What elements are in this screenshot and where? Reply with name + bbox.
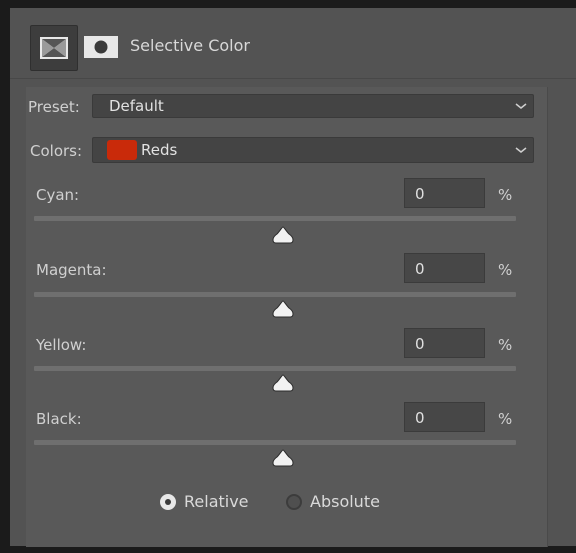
preset-label: Preset: — [28, 98, 80, 116]
properties-panel: Selective Color Preset: Default Colors: … — [10, 8, 576, 547]
colors-value: Reds — [141, 141, 178, 159]
color-swatch — [107, 140, 137, 160]
magenta-slider-thumb[interactable] — [272, 300, 294, 318]
cyan-value: 0 — [415, 185, 425, 203]
percent-label: % — [498, 186, 513, 204]
magenta-value: 0 — [415, 260, 425, 278]
preset-dropdown[interactable]: Default — [92, 94, 534, 118]
yellow-slider-thumb[interactable] — [272, 374, 294, 392]
yellow-input[interactable]: 0 — [404, 328, 485, 358]
cyan-input[interactable]: 0 — [404, 178, 485, 208]
cyan-slider-thumb[interactable] — [272, 226, 294, 244]
radio-unselected-icon — [286, 493, 302, 510]
radio-selected-icon — [160, 493, 176, 510]
absolute-radio[interactable]: Absolute — [286, 492, 380, 511]
yellow-label: Yellow: — [36, 336, 87, 354]
chevron-down-icon — [515, 103, 527, 109]
absolute-label: Absolute — [310, 492, 380, 511]
colors-dropdown[interactable]: Reds — [92, 137, 534, 163]
magenta-label: Magenta: — [36, 261, 107, 279]
percent-label: % — [498, 336, 513, 354]
chevron-down-icon — [515, 147, 527, 153]
black-input[interactable]: 0 — [404, 402, 485, 432]
cyan-label: Cyan: — [36, 186, 80, 204]
preset-value: Default — [109, 97, 164, 115]
black-slider-thumb[interactable] — [272, 449, 294, 467]
yellow-value: 0 — [415, 335, 425, 353]
black-value: 0 — [415, 409, 425, 427]
percent-label: % — [498, 261, 513, 279]
magenta-slider-track[interactable] — [34, 292, 516, 297]
cyan-slider-track[interactable] — [34, 216, 516, 221]
percent-label: % — [498, 410, 513, 428]
relative-label: Relative — [184, 492, 249, 511]
relative-radio[interactable]: Relative — [160, 492, 249, 511]
layer-mask-icon[interactable] — [84, 36, 118, 58]
adjustment-layer-icon[interactable] — [30, 25, 78, 71]
divider — [547, 87, 548, 547]
black-label: Black: — [36, 410, 82, 428]
panel-header: Selective Color — [10, 8, 576, 79]
magenta-input[interactable]: 0 — [404, 253, 485, 283]
black-slider-track[interactable] — [34, 440, 516, 445]
panel-title: Selective Color — [130, 36, 250, 55]
yellow-slider-track[interactable] — [34, 366, 516, 371]
colors-label: Colors: — [30, 142, 83, 160]
